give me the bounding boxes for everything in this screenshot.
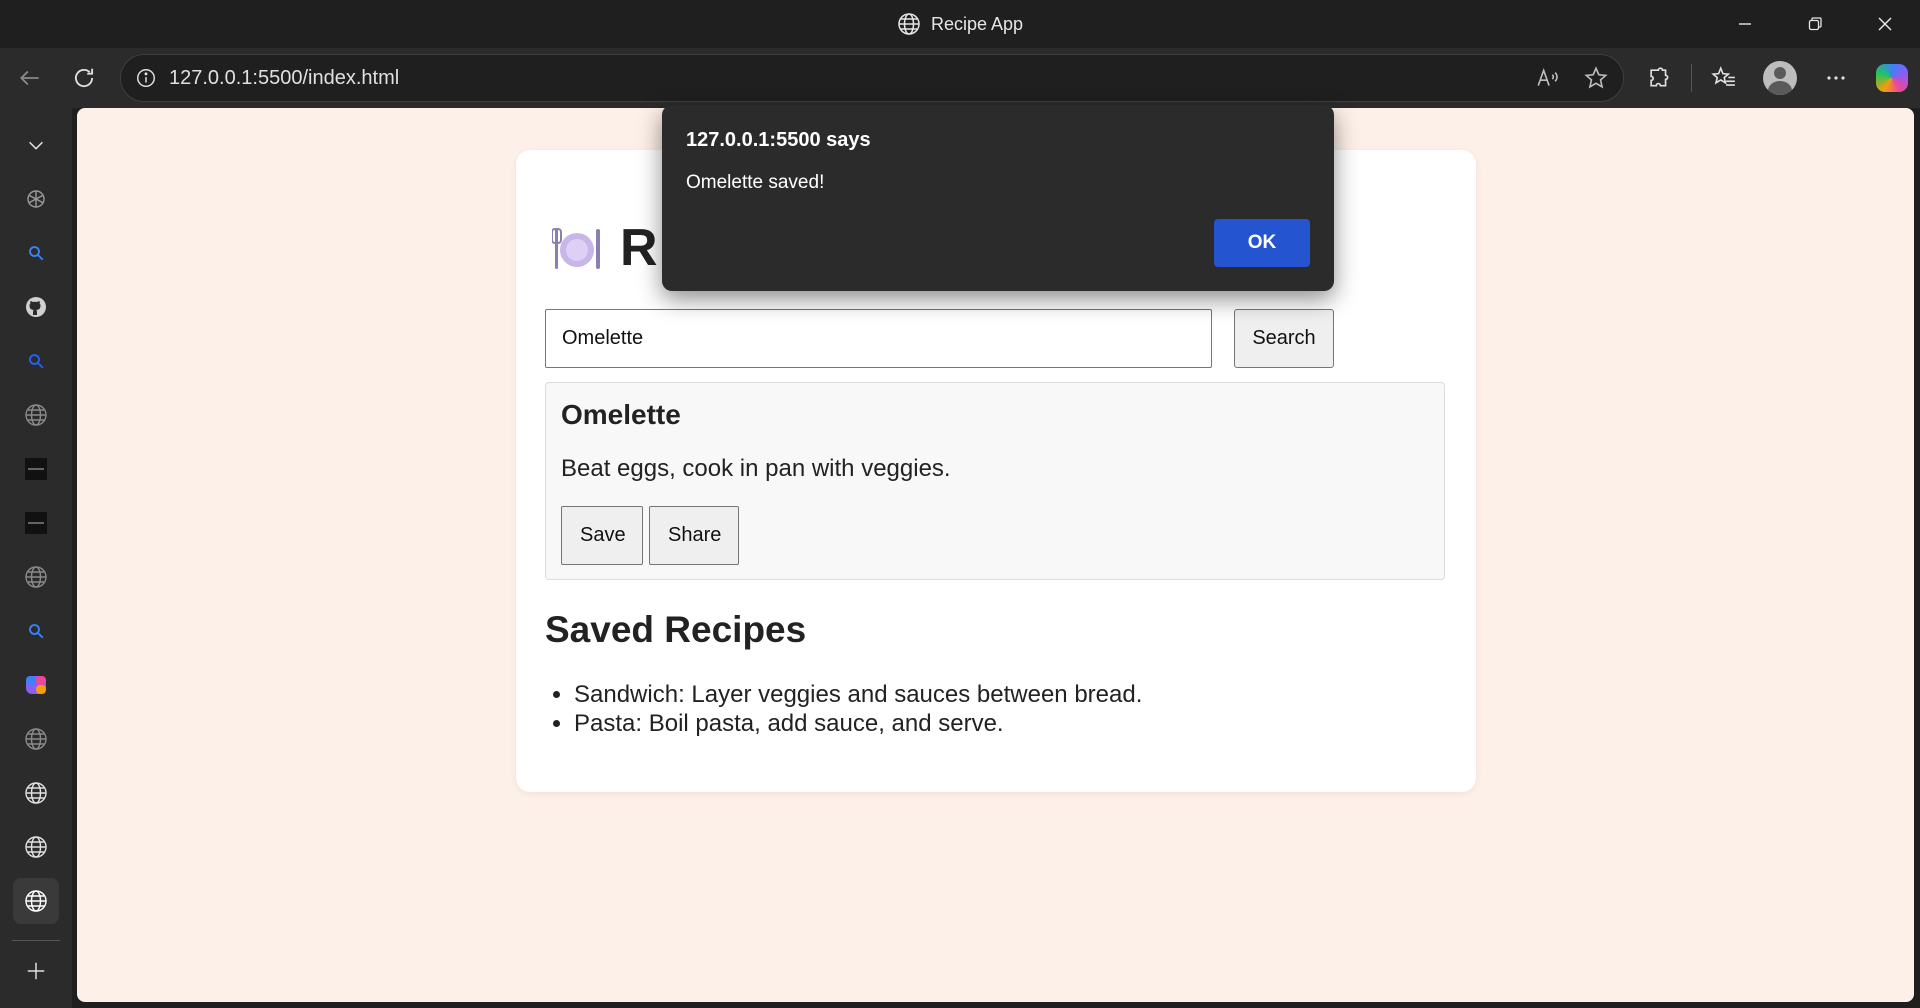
plate-cutlery-icon	[552, 223, 602, 273]
back-arrow-icon	[17, 65, 43, 91]
window-title: Recipe App	[930, 13, 1024, 34]
list-item: Pasta: Boil pasta, add sauce, and serve.	[574, 709, 1142, 738]
back-button[interactable]	[8, 56, 52, 100]
restore-button[interactable]	[1780, 0, 1850, 48]
favorites-button[interactable]	[1696, 56, 1752, 100]
rail-tab-search-2[interactable]	[13, 338, 59, 384]
vertical-tabs-rail	[0, 108, 72, 1008]
search-icon	[27, 244, 45, 262]
globe-icon	[24, 781, 48, 805]
copilot-icon	[1876, 64, 1908, 92]
read-aloud-icon[interactable]	[1535, 65, 1561, 91]
globe-icon	[24, 565, 48, 589]
address-bar-actions	[1535, 55, 1609, 101]
github-icon	[24, 295, 48, 319]
new-tab-button[interactable]	[13, 948, 59, 994]
app-tile-icon	[24, 457, 48, 481]
share-button[interactable]: Share	[649, 506, 739, 565]
dialog-message: Omelette saved!	[686, 172, 825, 193]
window-title-group: Recipe App	[897, 12, 1023, 36]
rail-tab-globe-1[interactable]	[13, 392, 59, 438]
address-bar[interactable]: 127.0.0.1:5500/index.html	[120, 54, 1624, 102]
more-menu-button[interactable]	[1808, 56, 1864, 100]
rail-tab-globe-5[interactable]	[13, 824, 59, 870]
app-title: R	[620, 219, 658, 277]
rail-tab-github[interactable]	[13, 284, 59, 330]
favorite-star-icon[interactable]	[1583, 65, 1609, 91]
site-info-icon[interactable]	[135, 67, 157, 89]
globe-icon	[897, 12, 921, 36]
close-window-button[interactable]	[1850, 0, 1920, 48]
profile-button[interactable]	[1752, 56, 1808, 100]
rail-tab-search-3[interactable]	[13, 608, 59, 654]
openai-icon	[24, 187, 48, 211]
globe-icon	[24, 835, 48, 859]
rail-tab-globe-3[interactable]	[13, 716, 59, 762]
search-button[interactable]: Search	[1234, 309, 1334, 368]
window-controls	[1710, 0, 1920, 48]
toolbar-separator	[1691, 64, 1692, 92]
puzzle-icon	[1646, 65, 1672, 91]
alert-dialog: 127.0.0.1:5500 says Omelette saved! OK	[662, 105, 1334, 291]
save-button[interactable]: Save	[561, 506, 643, 565]
recipe-result: Omelette Beat eggs, cook in pan with veg…	[545, 382, 1445, 580]
list-item: Sandwich: Layer veggies and sauces betwe…	[574, 680, 1142, 709]
globe-icon	[24, 889, 48, 913]
rail-tab-app-2[interactable]	[13, 500, 59, 546]
plus-icon	[25, 960, 47, 982]
rail-tab-app-1[interactable]	[13, 446, 59, 492]
dialog-title: 127.0.0.1:5500 says	[686, 129, 871, 151]
rail-divider	[12, 940, 60, 941]
reload-icon	[71, 65, 97, 91]
globe-icon	[24, 403, 48, 427]
rail-tab-search-1[interactable]	[13, 230, 59, 276]
extensions-button[interactable]	[1631, 56, 1687, 100]
saved-recipes-heading: Saved Recipes	[545, 609, 807, 650]
minimize-button[interactable]	[1710, 0, 1780, 48]
reload-button[interactable]	[62, 56, 106, 100]
avatar	[1763, 61, 1797, 95]
rail-tab-globe-2[interactable]	[13, 554, 59, 600]
url-text[interactable]: 127.0.0.1:5500/index.html	[169, 67, 399, 90]
rail-collapse-button[interactable]	[13, 122, 59, 168]
recipe-search-input[interactable]	[545, 309, 1212, 368]
search-icon	[27, 352, 45, 370]
browser-toolbar: 127.0.0.1:5500/index.html	[0, 48, 1920, 108]
more-dots-icon	[1824, 66, 1848, 90]
recipe-name: Omelette	[561, 399, 681, 430]
app-tile-icon	[24, 511, 48, 535]
rail-tab-globe-4[interactable]	[13, 770, 59, 816]
app-header: R	[552, 218, 658, 278]
globe-icon	[24, 727, 48, 751]
favorites-list-icon	[1711, 65, 1737, 91]
toolbar-right	[1631, 48, 1920, 108]
copilot-button[interactable]	[1864, 56, 1920, 100]
window-titlebar: Recipe App	[0, 0, 1920, 48]
copilot-icon	[24, 673, 48, 697]
ok-button[interactable]: OK	[1214, 219, 1310, 267]
rail-tab-copilot[interactable]	[13, 662, 59, 708]
saved-recipes-list: Sandwich: Layer veggies and sauces betwe…	[574, 680, 1142, 738]
chevron-down-icon	[25, 134, 47, 156]
search-icon	[27, 622, 45, 640]
rail-tab-active[interactable]	[13, 878, 59, 924]
recipe-instructions: Beat eggs, cook in pan with veggies.	[561, 455, 951, 482]
rail-tab-openai[interactable]	[13, 176, 59, 222]
